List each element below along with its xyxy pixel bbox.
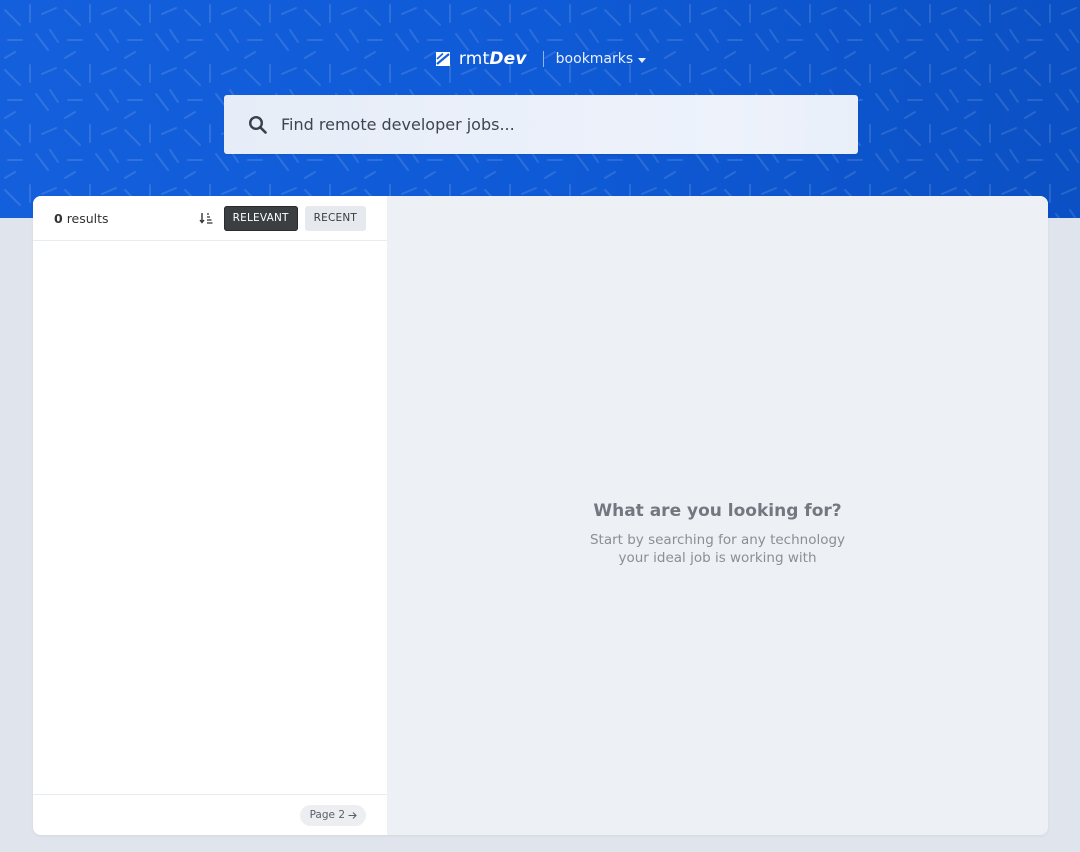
arrow-right-icon	[348, 811, 357, 819]
bookmarks-button[interactable]: bookmarks	[556, 51, 647, 67]
bookmarks-label: bookmarks	[555, 51, 634, 67]
results-number: 0	[54, 210, 63, 226]
pagination: Page 2	[33, 794, 387, 835]
sidebar: 0 results RELEVANT RECENT Page 2	[33, 196, 387, 835]
caret-down-icon	[638, 57, 647, 63]
main-container: 0 results RELEVANT RECENT Page 2 What ar…	[33, 196, 1048, 835]
topbar: rmtDev bookmarks	[0, 46, 1080, 72]
logo-text-bold: Dev	[489, 49, 527, 69]
header: rmtDev bookmarks	[0, 0, 1080, 218]
empty-state-subtitle: Start by searching for any technology yo…	[568, 531, 868, 567]
empty-state-line-2: your ideal job is working with	[618, 549, 817, 566]
sort-group: RELEVANT RECENT	[199, 205, 366, 231]
next-page-button[interactable]: Page 2	[299, 804, 366, 826]
logo[interactable]: rmtDev	[434, 49, 527, 69]
sort-recent-button[interactable]: RECENT	[304, 205, 366, 231]
sort-relevant-button[interactable]: RELEVANT	[223, 205, 298, 231]
search-icon	[248, 115, 267, 134]
rmtdev-logo-icon	[435, 52, 450, 66]
empty-state-line-1: Start by searching for any technology	[589, 531, 846, 548]
logo-text: rmtDev	[459, 49, 527, 69]
sort-descending-icon	[199, 213, 213, 224]
results-count: 0 results	[54, 211, 109, 226]
header-divider	[542, 51, 544, 67]
results-label: results	[66, 210, 109, 226]
search-input[interactable]	[281, 115, 821, 134]
search-bar[interactable]	[224, 95, 858, 154]
job-details: What are you looking for? Start by searc…	[387, 196, 1048, 835]
next-page-label: Page 2	[309, 809, 345, 821]
job-list	[33, 241, 387, 792]
sidebar-top: 0 results RELEVANT RECENT	[33, 196, 387, 241]
logo-text-light: rmt	[458, 49, 490, 69]
empty-state-title: What are you looking for?	[593, 500, 842, 521]
